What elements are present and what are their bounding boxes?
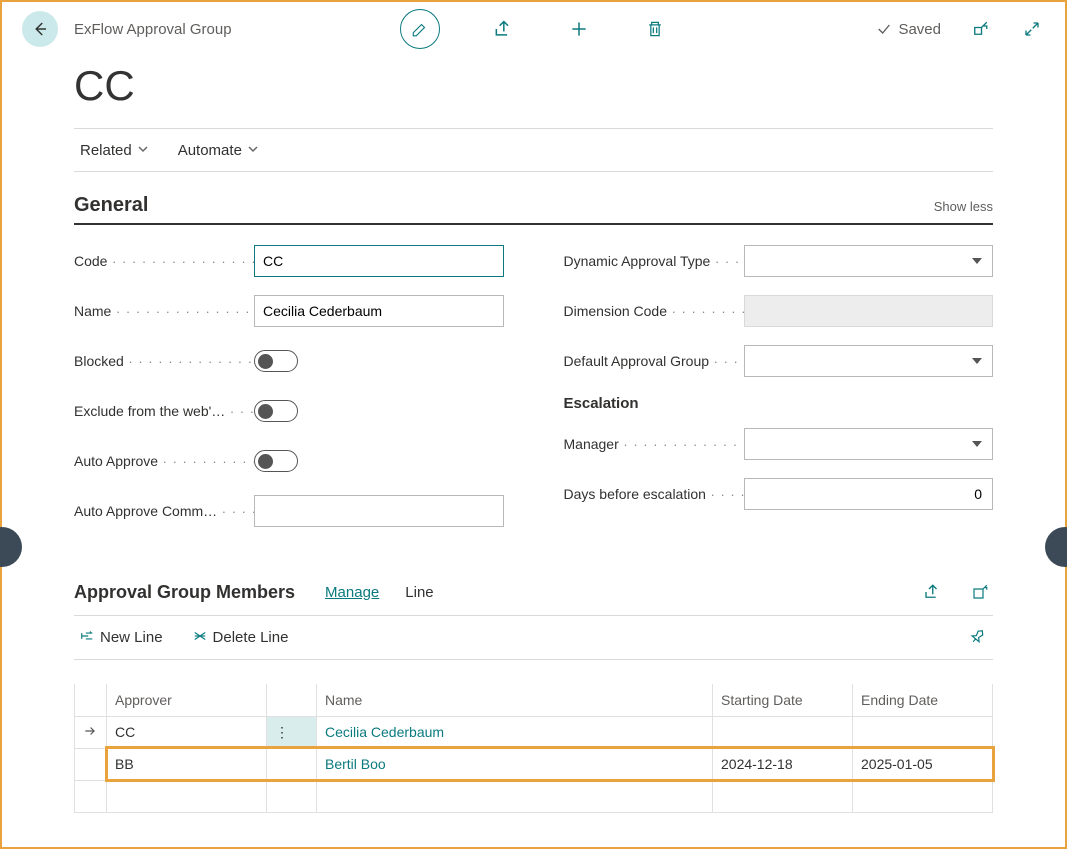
label-default-approval-group: Default Approval Group: [564, 353, 744, 369]
cell-approver[interactable]: CC: [107, 716, 267, 748]
label-days-before-escalation: Days before escalation: [564, 486, 744, 502]
members-title: Approval Group Members: [74, 582, 295, 603]
pin-button[interactable]: [969, 627, 987, 648]
new-button[interactable]: [566, 16, 592, 42]
label-auto-approve: Auto Approve: [74, 453, 254, 469]
col-name[interactable]: Name: [317, 684, 713, 716]
members-table: Approver Name Starting Date Ending Date …: [74, 684, 993, 813]
code-input[interactable]: [254, 245, 504, 277]
share-icon: [493, 19, 513, 39]
dynamic-approval-type-select[interactable]: [744, 245, 994, 277]
saved-indicator: Saved: [876, 21, 941, 38]
label-dimension-code: Dimension Code: [564, 303, 744, 319]
row-menu[interactable]: ⋮: [267, 716, 317, 748]
cell-name[interactable]: Bertil Boo: [317, 748, 713, 780]
arrow-right-icon: [83, 724, 97, 738]
col-ending-date[interactable]: Ending Date: [853, 684, 993, 716]
toolbar-related[interactable]: Related: [80, 142, 148, 159]
table-row[interactable]: CC ⋮ Cecilia Cederbaum: [75, 716, 993, 748]
row-menu[interactable]: [267, 748, 317, 780]
arrow-left-icon: [31, 20, 49, 38]
cell-ending-date[interactable]: 2025-01-05: [853, 748, 993, 780]
label-auto-approve-comm: Auto Approve Comm…: [74, 503, 254, 519]
plus-icon: [569, 19, 589, 39]
cell-ending-date[interactable]: [853, 716, 993, 748]
share-icon: [923, 583, 941, 601]
pin-icon: [969, 627, 987, 645]
delete-button[interactable]: [642, 16, 668, 42]
section-general-title: General: [74, 194, 148, 217]
manager-select[interactable]: [744, 428, 994, 460]
share-button[interactable]: [490, 16, 516, 42]
name-input[interactable]: [254, 295, 504, 327]
new-line-icon: [80, 629, 94, 646]
delete-line-icon: [193, 629, 207, 646]
table-row[interactable]: [75, 780, 993, 812]
expand-button[interactable]: [1019, 16, 1045, 42]
toolbar: Related Automate: [74, 128, 993, 172]
page-type-label: ExFlow Approval Group: [74, 21, 232, 38]
popout-icon: [971, 583, 989, 601]
auto-approve-toggle[interactable]: [254, 450, 298, 472]
row-selector[interactable]: [75, 748, 107, 780]
table-row[interactable]: BB Bertil Boo 2024-12-18 2025-01-05: [75, 748, 993, 780]
col-dots: [267, 684, 317, 716]
escalation-heading: Escalation: [564, 395, 994, 412]
edit-button[interactable]: [400, 9, 440, 49]
default-approval-group-select[interactable]: [744, 345, 994, 377]
pencil-icon: [411, 20, 429, 38]
label-code: Code: [74, 253, 254, 269]
label-exclude: Exclude from the web'…: [74, 403, 254, 419]
show-less-link[interactable]: Show less: [934, 199, 993, 214]
auto-approve-comm-input[interactable]: [254, 495, 504, 527]
label-dynamic-approval-type: Dynamic Approval Type: [564, 253, 744, 269]
exclude-toggle[interactable]: [254, 400, 298, 422]
chevron-down-icon: [248, 144, 258, 157]
dimension-code-input: [744, 295, 994, 327]
cell-name[interactable]: Cecilia Cederbaum: [317, 716, 713, 748]
col-approver[interactable]: Approver: [107, 684, 267, 716]
delete-line-button[interactable]: Delete Line: [193, 629, 289, 646]
back-button[interactable]: [22, 11, 58, 47]
toolbar-automate[interactable]: Automate: [178, 142, 258, 159]
check-icon: [876, 21, 892, 37]
col-arrow: [75, 684, 107, 716]
cell-starting-date[interactable]: 2024-12-18: [713, 748, 853, 780]
tab-manage[interactable]: Manage: [325, 584, 379, 601]
days-before-escalation-input[interactable]: [744, 478, 994, 510]
label-blocked: Blocked: [74, 353, 254, 369]
popout-button[interactable]: [967, 16, 993, 42]
chevron-down-icon: [138, 144, 148, 157]
members-share-button[interactable]: [919, 579, 945, 605]
tab-line[interactable]: Line: [405, 584, 433, 601]
cell-starting-date[interactable]: [713, 716, 853, 748]
expand-icon: [1023, 20, 1041, 38]
cell-approver[interactable]: BB: [107, 748, 267, 780]
blocked-toggle[interactable]: [254, 350, 298, 372]
trash-icon: [645, 19, 665, 39]
popout-icon: [971, 20, 989, 38]
col-starting-date[interactable]: Starting Date: [713, 684, 853, 716]
label-name: Name: [74, 303, 254, 319]
label-manager: Manager: [564, 436, 744, 452]
page-title: CC: [74, 62, 993, 110]
new-line-button[interactable]: New Line: [80, 629, 163, 646]
row-selector[interactable]: [75, 716, 107, 748]
members-popout-button[interactable]: [967, 579, 993, 605]
saved-label: Saved: [898, 21, 941, 38]
